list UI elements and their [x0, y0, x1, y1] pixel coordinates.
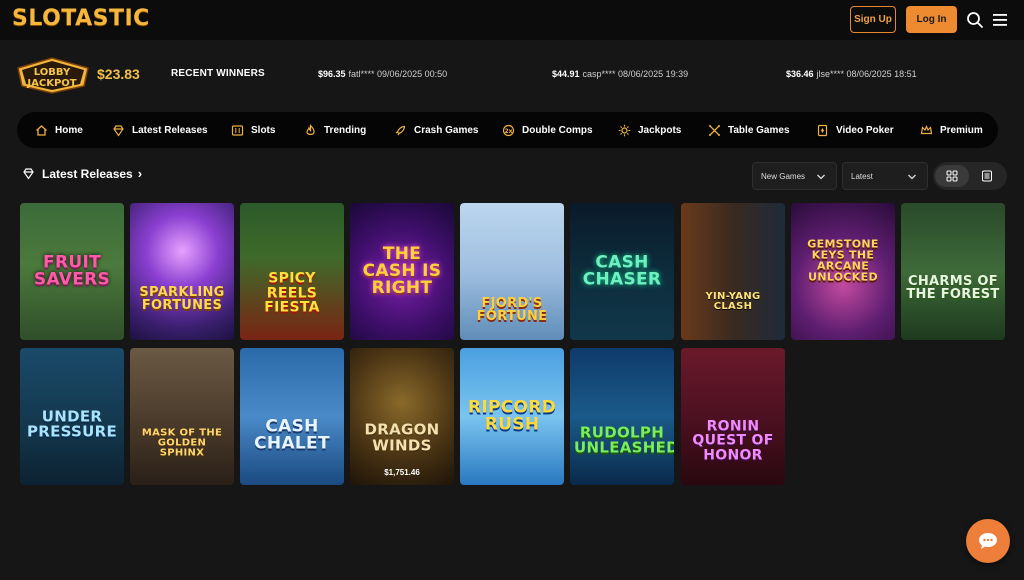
view-mode-toggle [933, 162, 1007, 190]
cards-icon [709, 124, 720, 136]
winner-entry: $36.46 jlse**** 08/06/2025 18:51 [786, 69, 917, 79]
game-tile-mask-of-the-golden-sphinx[interactable]: Mask of the Golden Sphinx [130, 348, 234, 485]
chevron-down-icon [817, 174, 825, 180]
crown-icon [920, 124, 933, 134]
home-icon [36, 124, 47, 136]
diamond-icon [23, 168, 34, 180]
game-tile-cash-chaser[interactable]: Cash Chaser [570, 203, 674, 340]
chevron-right-icon: › [137, 166, 143, 181]
recent-winners-label: RECENT WINNERS [171, 68, 265, 79]
rocket-icon [395, 125, 406, 136]
winner-entry: $96.35 fatl**** 09/06/2025 00:50 [318, 69, 448, 79]
nav-item-premium[interactable]: Premium [920, 112, 983, 148]
coin-icon: 2x [502, 124, 515, 136]
game-tile-dragon-winds[interactable]: Dragon Winds $1,751.46 [350, 348, 454, 485]
chat-bubble-icon [979, 533, 997, 549]
list-icon [982, 170, 992, 182]
game-tile-the-arcane-unlocked[interactable]: Gemstone Keys The Arcane Unlocked [791, 203, 895, 340]
svg-text:LOBBY: LOBBY [34, 67, 71, 78]
nav-item-latest-releases[interactable]: Latest Releases [112, 112, 208, 148]
site-logo[interactable]: SLOTASTIC [12, 6, 150, 31]
chevron-down-icon [908, 174, 916, 180]
nav-item-slots[interactable]: Slots [231, 112, 275, 148]
game-tile-fruit-savers[interactable]: Fruit Savers [20, 203, 124, 340]
nav-item-trending[interactable]: Trending [304, 112, 366, 148]
game-tile-under-pressure[interactable]: Under Pressure [20, 348, 124, 485]
game-tile-rudolph-unleashed[interactable]: Rudolph Unleashed [570, 348, 674, 485]
live-chat-button[interactable] [966, 519, 1010, 563]
game-tile-fjords-fortune[interactable]: Fjord's Fortune [460, 203, 564, 340]
svg-text:JACKPOT: JACKPOT [26, 78, 76, 89]
sign-up-button[interactable]: Sign Up [850, 6, 896, 33]
list-view-button[interactable] [970, 165, 1004, 187]
section-title[interactable]: Latest Releases › [22, 166, 142, 181]
game-tile-charms-of-the-forest[interactable]: Charms of the Forest [901, 203, 1005, 340]
nav-item-video-poker[interactable]: Video Poker [816, 112, 894, 148]
poker-card-icon [817, 124, 828, 136]
game-tile-spicy-reels-fiesta[interactable]: Spicy Reels Fiesta [240, 203, 344, 340]
lobby-jackpot-badge: LOBBY JACKPOT [17, 57, 89, 94]
slot-machine-icon [231, 124, 244, 136]
sort-order-select[interactable]: Latest [842, 162, 928, 190]
game-tile-sparkling-fortunes[interactable]: Sparkling Fortunes [130, 203, 234, 340]
search-icon[interactable] [966, 11, 984, 29]
grid-view-button[interactable] [935, 165, 969, 187]
top-header: SLOTASTIC Sign Up Log In [0, 0, 1024, 40]
game-jackpot-amount: $1,751.46 [384, 468, 420, 477]
hamburger-menu-icon[interactable] [992, 12, 1008, 28]
lobby-jackpot-amount: $23.83 [97, 66, 140, 82]
winner-entry: $44.91 casp**** 08/06/2025 19:39 [552, 69, 689, 79]
nav-item-jackpots[interactable]: Jackpots [618, 112, 681, 148]
nav-item-table-games[interactable]: Table Games [708, 112, 790, 148]
game-tile-cash-chalet[interactable]: Cash Chalet [240, 348, 344, 485]
recent-winners-bar: LOBBY JACKPOT $23.83 RECENT WINNERS $96.… [0, 52, 1024, 96]
svg-text:2x: 2x [504, 128, 512, 135]
game-category-select[interactable]: New Games [752, 162, 837, 190]
nav-item-double-comps[interactable]: 2x Double Comps [502, 112, 593, 148]
flame-icon [306, 123, 315, 135]
nav-item-crash-games[interactable]: Crash Games [394, 112, 478, 148]
sparkle-icon [618, 124, 631, 136]
diamond-icon [113, 124, 124, 137]
nav-item-home[interactable]: Home [35, 112, 83, 148]
game-tile-the-cash-is-right[interactable]: The Cash is Right [350, 203, 454, 340]
category-nav-bar: Home Latest Releases Slots Trending Cras… [17, 112, 998, 148]
game-tile-yin-yang-clash[interactable]: Yin-Yang Clash [681, 203, 785, 340]
grid-icon [946, 170, 958, 182]
game-tile-ronin-quest-of-honor[interactable]: Ronin Quest of Honor [681, 348, 785, 485]
log-in-button[interactable]: Log In [906, 6, 957, 33]
game-tile-ripcord-rush[interactable]: Ripcord Rush [460, 348, 564, 485]
